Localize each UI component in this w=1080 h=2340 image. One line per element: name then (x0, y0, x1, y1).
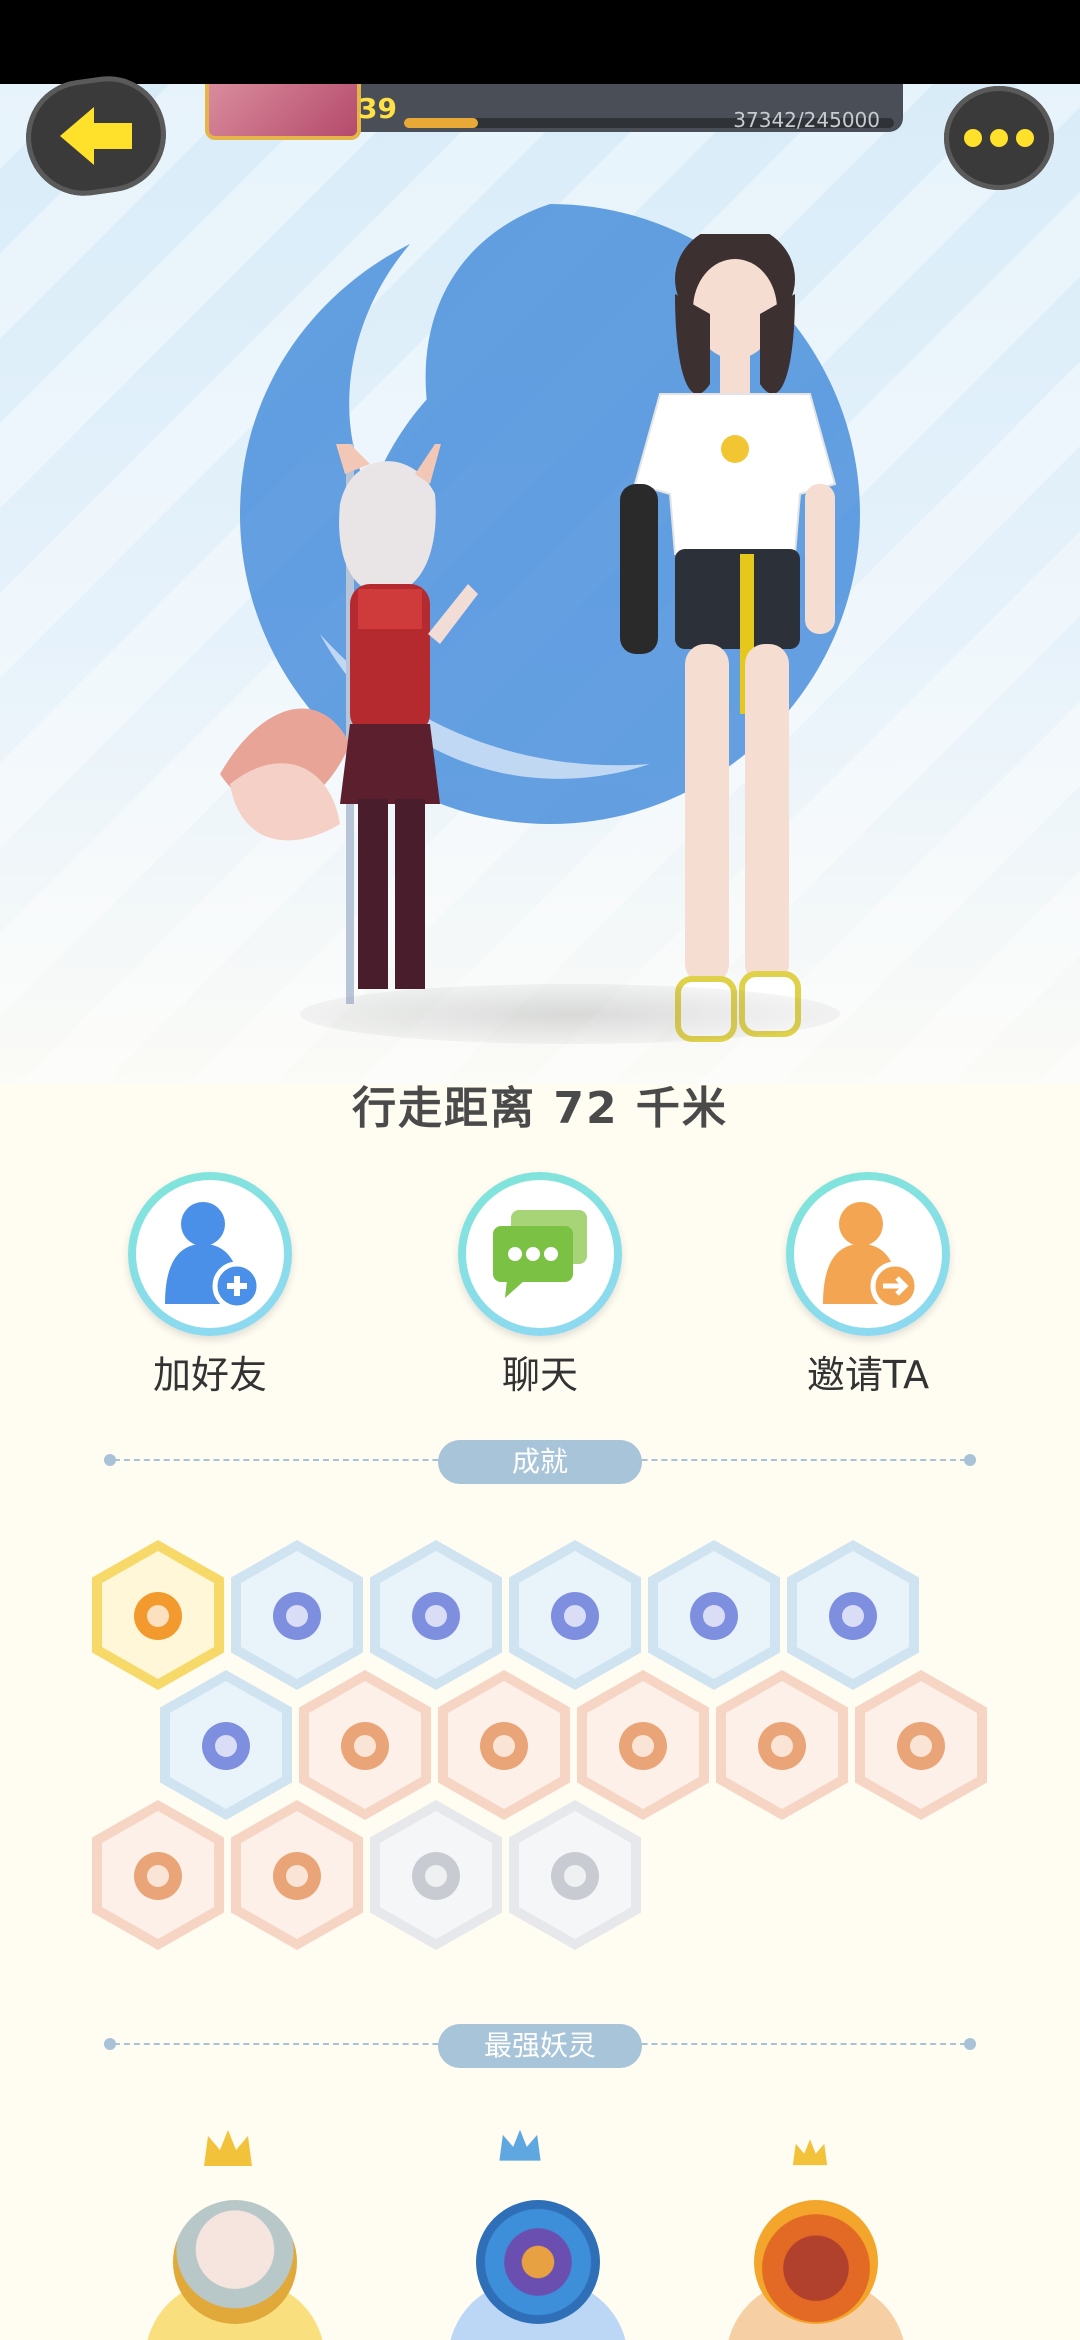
cat-stroller-badge-icon (758, 1722, 806, 1770)
ground-shadow (300, 984, 840, 1044)
crystal-egg-badge-icon (480, 1722, 528, 1770)
achievement-badge[interactable] (370, 1800, 502, 1950)
chat-button[interactable]: 聊天 (430, 1172, 650, 1399)
achievement-badge[interactable] (231, 1540, 363, 1690)
strongest-divider: 最强妖灵 (104, 2024, 976, 2068)
achievements-divider: 成就 (104, 1440, 976, 1484)
achievement-badge[interactable] (509, 1540, 641, 1690)
gold-crown-icon (792, 2139, 828, 2166)
silver-hair-girl-avatar (173, 2200, 297, 2324)
add-friend-button[interactable]: 加好友 (100, 1172, 320, 1399)
achievement-badge[interactable] (787, 1540, 919, 1690)
moon-badge-icon (412, 1592, 460, 1640)
achievement-badge[interactable] (716, 1670, 848, 1820)
exp-text: 37342/245000 (733, 108, 880, 132)
status-bar (0, 0, 1080, 84)
character-showcase (0, 84, 1080, 1084)
crystal-ball-badge-icon (551, 1592, 599, 1640)
crowned-dragon-badge-icon (412, 1852, 460, 1900)
achievements-title: 成就 (438, 1440, 642, 1484)
player-portrait[interactable] (205, 84, 361, 140)
cat-face-badge-icon (134, 1592, 182, 1640)
more-dot-icon (964, 129, 982, 147)
fox-spirit-character (220, 444, 478, 1004)
chat-icon (493, 1210, 587, 1298)
player-avatar-character (620, 234, 837, 1042)
strongest-spirit-1[interactable] (145, 2180, 325, 2340)
invite-ring (786, 1172, 950, 1336)
blue-crown-icon (499, 2129, 541, 2161)
invite-icon (823, 1202, 920, 1311)
more-dot-icon (1016, 129, 1034, 147)
achievement-badge[interactable] (231, 1800, 363, 1950)
profile-page: 39 37342/245000 行走距离 72 千米 加好友 聊天 邀请TA 成… (0, 0, 1080, 2340)
achievement-badge[interactable] (92, 1540, 224, 1690)
achievement-badge[interactable] (648, 1540, 780, 1690)
gingerbread-badge-icon (619, 1722, 667, 1770)
strongest-title: 最强妖灵 (438, 2024, 642, 2068)
add-friend-icon (165, 1202, 262, 1311)
level-number: 39 (358, 92, 397, 125)
achievement-badge[interactable] (299, 1670, 431, 1820)
achievement-badge[interactable] (855, 1670, 987, 1820)
gold-crown-icon (204, 2130, 252, 2166)
bear-badge-icon (273, 1852, 321, 1900)
achievement-badge[interactable] (509, 1800, 641, 1950)
purple-orb-shield-badge-icon (202, 1722, 250, 1770)
more-button[interactable] (944, 86, 1054, 190)
strongest-spirit-2[interactable] (448, 2180, 628, 2340)
purple-orb-badge-icon (273, 1592, 321, 1640)
yin-yang-cube-badge-icon (829, 1592, 877, 1640)
exp-bar-fill (404, 118, 479, 128)
chat-ring (458, 1172, 622, 1336)
achievement-badge[interactable] (370, 1540, 502, 1690)
crystal-beast-avatar (476, 2200, 600, 2324)
invite-label: 邀请TA (806, 1353, 930, 1397)
sneaker-badge-icon (341, 1722, 389, 1770)
walking-distance: 行走距离 72 千米 (352, 1083, 728, 1134)
horned-creature-badge-icon (134, 1852, 182, 1900)
strongest-spirit-3[interactable] (726, 2180, 906, 2340)
more-dot-icon (990, 129, 1008, 147)
fox-book-badge-icon (551, 1852, 599, 1900)
achievement-badge[interactable] (160, 1670, 292, 1820)
fire-lion-avatar (754, 2200, 878, 2324)
fox-balloon-badge-icon (897, 1722, 945, 1770)
invite-button[interactable]: 邀请TA (758, 1172, 978, 1399)
achievement-badge[interactable] (577, 1670, 709, 1820)
achievement-badge[interactable] (438, 1670, 570, 1820)
add-friend-label: 加好友 (152, 1353, 267, 1397)
yin-yang-wave-badge-icon (690, 1592, 738, 1640)
arrow-left-icon (60, 107, 132, 165)
add-friend-ring (128, 1172, 292, 1336)
achievement-badge[interactable] (92, 1800, 224, 1950)
chat-label: 聊天 (501, 1353, 578, 1397)
